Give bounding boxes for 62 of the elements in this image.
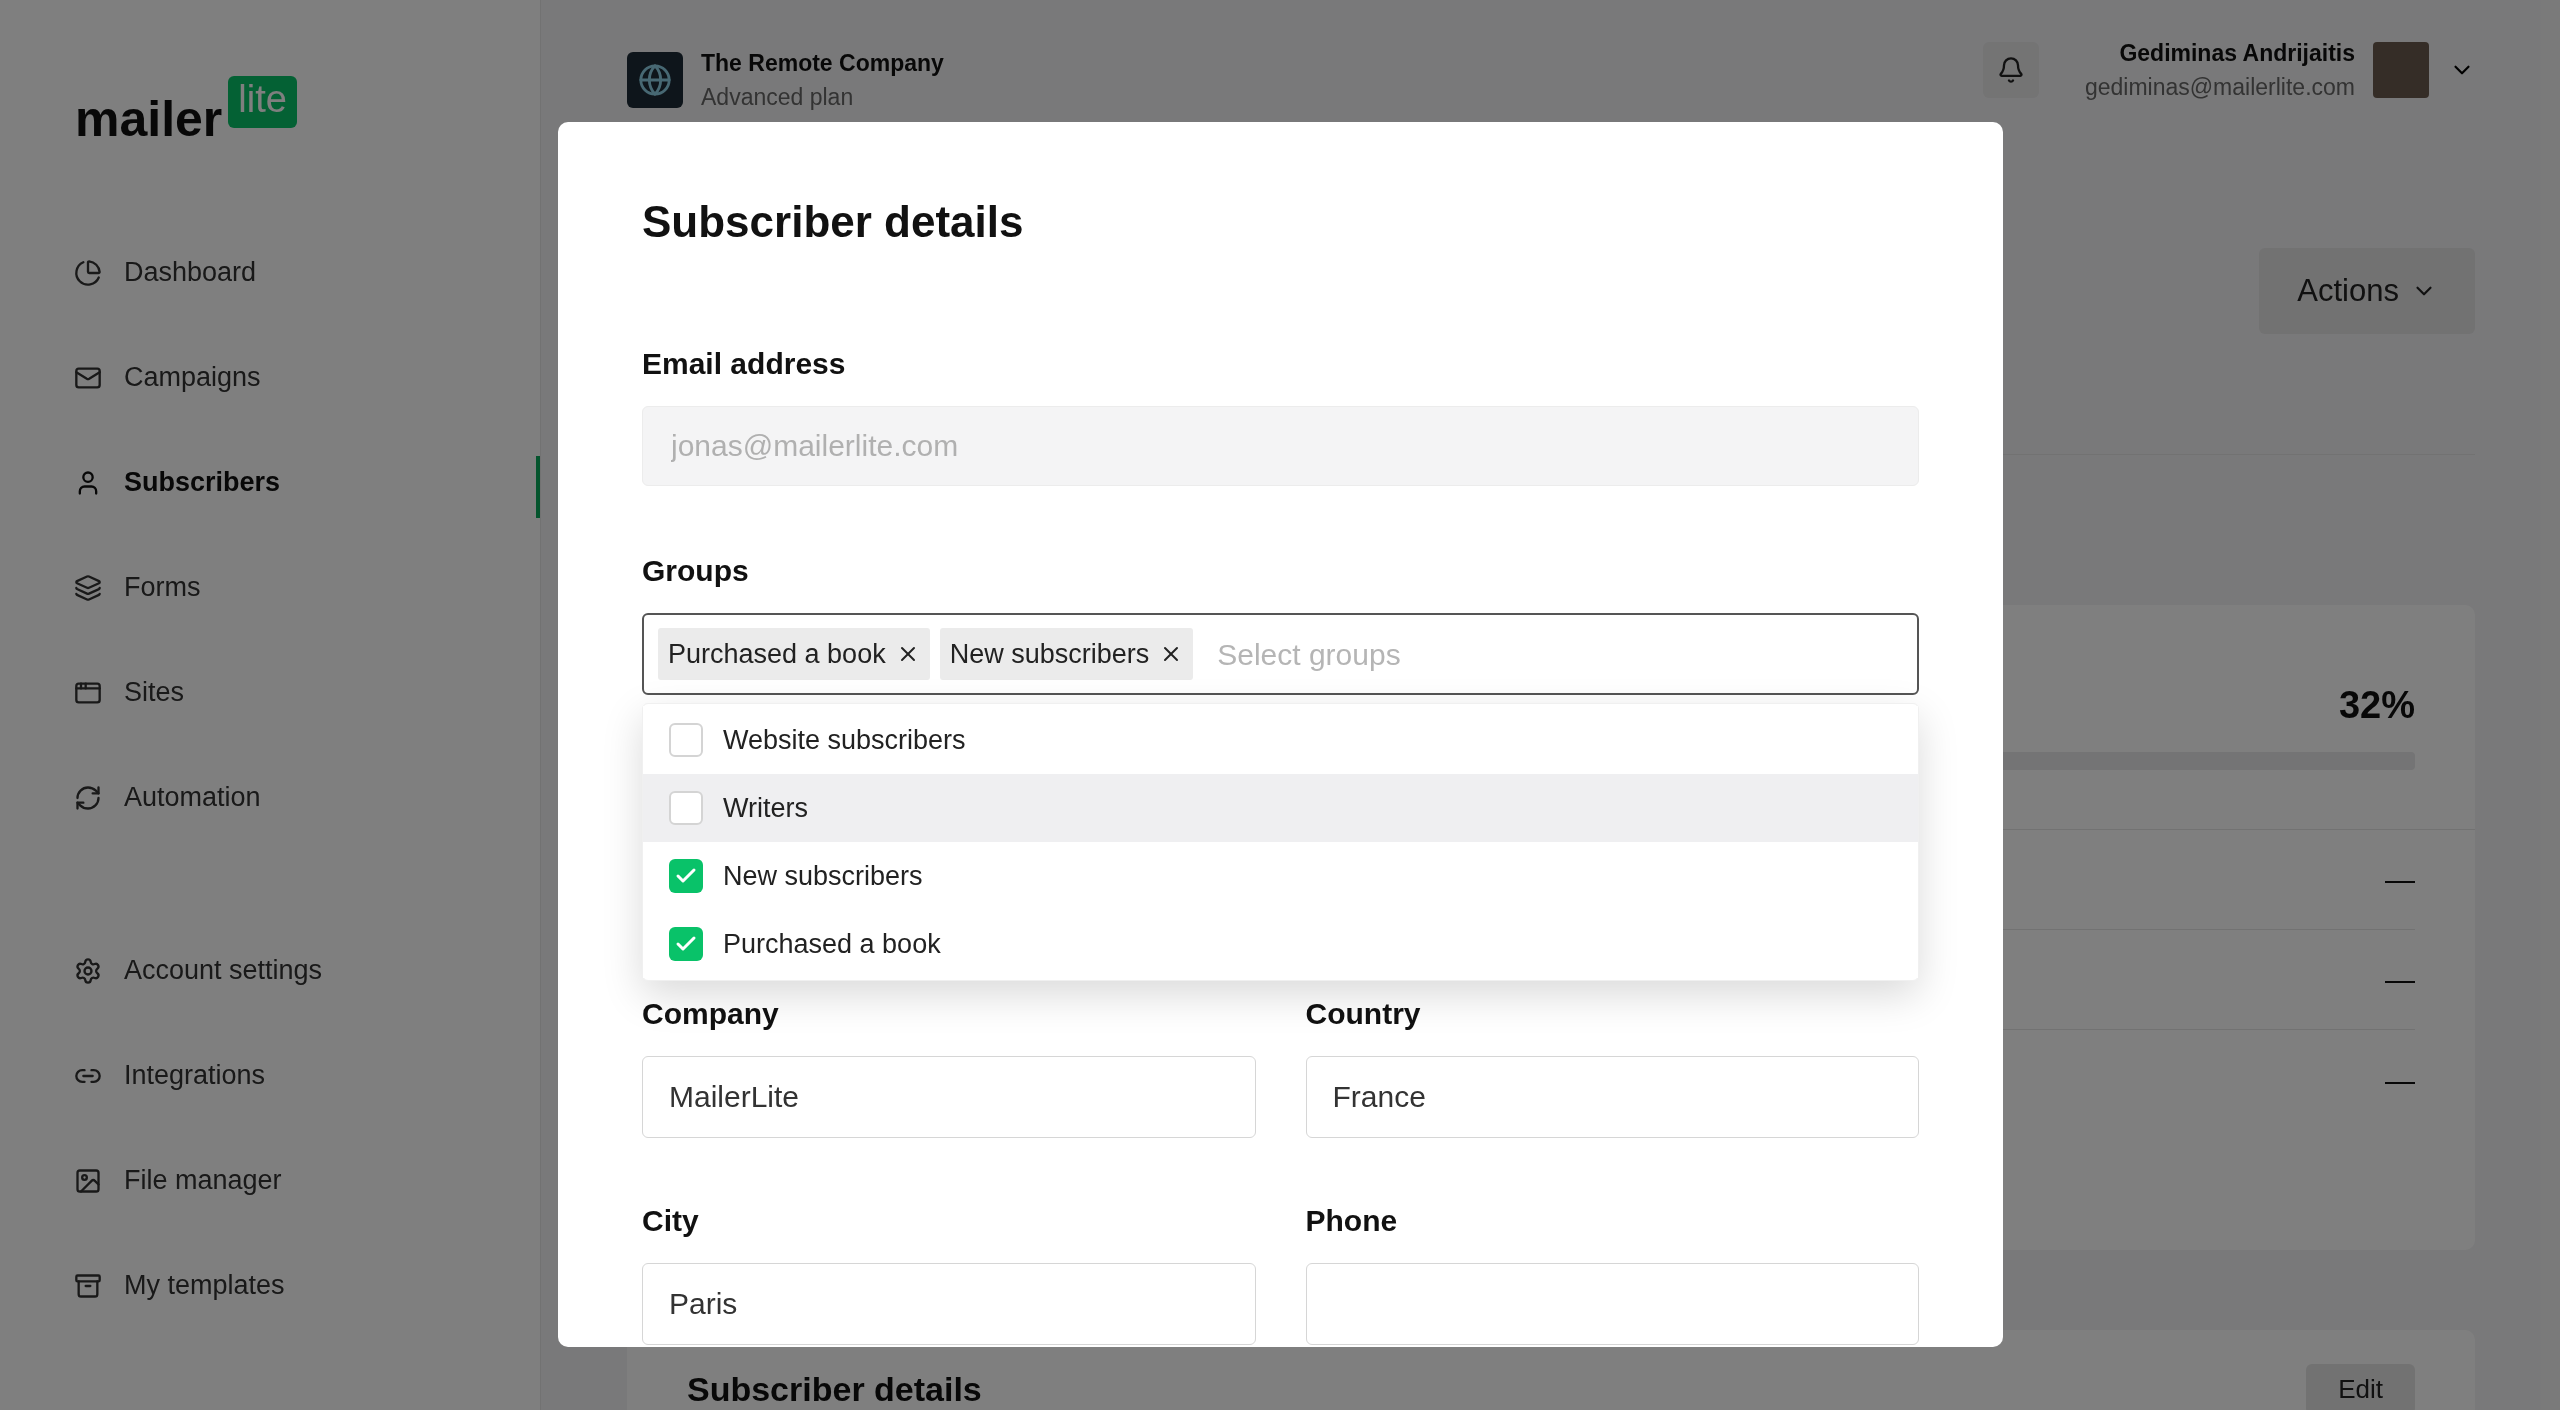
text-input[interactable]: Paris xyxy=(642,1263,1256,1345)
sidebar-item[interactable]: Account settings xyxy=(74,950,323,991)
active-indicator xyxy=(536,456,540,518)
sidebar-item[interactable]: Sites xyxy=(74,672,185,713)
archive-icon xyxy=(74,1271,102,1300)
email-input[interactable]: jonas@mailerlite.com xyxy=(642,406,1919,486)
groups-search-input[interactable]: Select groups xyxy=(1217,631,1903,677)
option-label: New subscribers xyxy=(723,859,923,893)
empty-value: — xyxy=(2385,862,2415,898)
checkbox[interactable] xyxy=(669,859,703,893)
checkbox[interactable] xyxy=(669,927,703,961)
notifications-button[interactable] xyxy=(1982,42,2039,98)
modal-title: Subscriber details xyxy=(642,196,1025,248)
sidebar-item[interactable]: Campaigns xyxy=(74,357,261,398)
field-label: Phone xyxy=(1305,1203,1399,1239)
sidebar-item[interactable]: Forms xyxy=(74,567,201,608)
text-input[interactable] xyxy=(1305,1263,1919,1345)
user-email: gediminas@mailerlite.com xyxy=(2084,73,2355,102)
pie-chart-icon xyxy=(74,258,102,287)
sidebar-item[interactable]: Integrations xyxy=(74,1055,266,1096)
group-option[interactable]: New subscribers xyxy=(643,842,1918,910)
logo-badge: lite xyxy=(228,76,297,128)
sidebar-item[interactable]: Dashboard xyxy=(74,252,257,293)
sidebar-item[interactable]: File manager xyxy=(74,1160,282,1201)
bell-icon xyxy=(1996,56,2025,84)
sidebar-item[interactable]: My templates xyxy=(74,1265,285,1306)
checkbox[interactable] xyxy=(669,723,703,757)
checkbox[interactable] xyxy=(669,791,703,825)
groups-select[interactable]: Purchased a book New subscribers Select groups xyxy=(642,613,1919,695)
text-input[interactable]: MailerLite xyxy=(642,1056,1256,1138)
field-label: Company xyxy=(642,996,780,1032)
globe-icon xyxy=(638,63,672,97)
group-option[interactable]: Purchased a book xyxy=(643,910,1918,978)
empty-value: — xyxy=(2385,962,2415,998)
field-label: Email address xyxy=(642,346,847,382)
settings-icon xyxy=(74,956,102,985)
empty-value: — xyxy=(2385,1062,2415,1099)
field-label: City xyxy=(642,1203,700,1239)
user-name: Gediminas Andrijaitis xyxy=(2119,38,2355,68)
option-label: Purchased a book xyxy=(723,927,941,961)
card-title: Subscriber details xyxy=(687,1369,982,1410)
field-label: Groups xyxy=(642,553,750,589)
avatar xyxy=(2373,42,2429,98)
edit-button[interactable]: Edit xyxy=(2306,1364,2415,1410)
option-label: Writers xyxy=(723,791,808,825)
option-label: Website subscribers xyxy=(723,723,966,757)
stat-value: 32% xyxy=(2338,683,2415,728)
text-input[interactable]: France xyxy=(1305,1056,1919,1138)
group-option[interactable]: Writers xyxy=(643,774,1918,842)
refresh-icon xyxy=(74,783,102,812)
sidebar-item[interactable]: Automation xyxy=(74,777,261,818)
group-option[interactable]: Website subscribers xyxy=(643,706,1918,774)
sidebar-item[interactable]: Subscribers xyxy=(74,462,281,503)
logo-word: mailer xyxy=(75,94,223,144)
field-label: Country xyxy=(1305,996,1422,1032)
group-tag: New subscribers xyxy=(939,628,1194,680)
actions-button[interactable]: Actions xyxy=(2259,248,2475,334)
company-plan: Advanced plan xyxy=(701,83,855,112)
layers-icon xyxy=(74,573,102,602)
group-tag: Purchased a book xyxy=(658,628,930,680)
image-icon xyxy=(74,1166,102,1195)
company-name: The Remote Company xyxy=(701,48,944,78)
